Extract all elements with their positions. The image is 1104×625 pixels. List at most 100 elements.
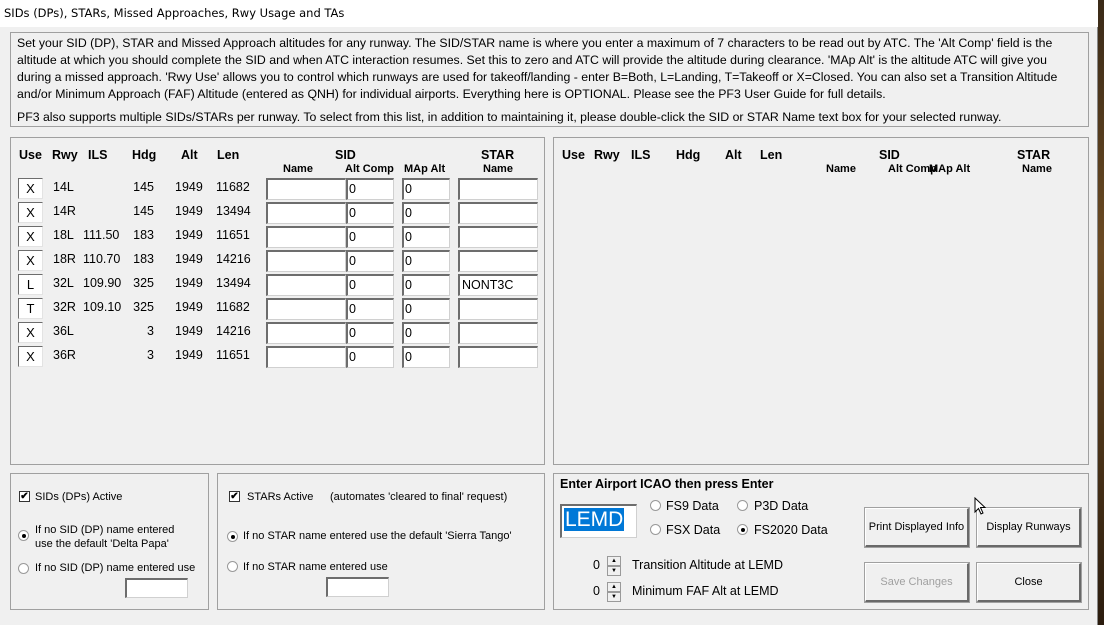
instructions-panel: Set your SID (DP), STAR and Missed Appro…	[10, 32, 1089, 127]
runway-length: 11651	[216, 348, 250, 362]
alt-comp-input[interactable]: 0	[346, 202, 394, 224]
runway-use-input[interactable]: T	[18, 298, 43, 319]
star-name-input[interactable]	[458, 298, 538, 320]
runway-altitude: 1949	[175, 324, 203, 338]
header-use: Use	[19, 148, 42, 162]
runway-use-input[interactable]: X	[18, 178, 43, 199]
sid-name-input[interactable]	[266, 298, 346, 320]
runway-id: 14R	[53, 204, 76, 218]
runway-length: 11682	[216, 180, 250, 194]
star-name-input[interactable]	[458, 346, 538, 368]
spin-up-icon[interactable]: ▲	[607, 556, 621, 566]
icao-value: LEMD	[564, 508, 625, 531]
sid-name-input[interactable]	[266, 178, 346, 200]
star-custom-input[interactable]	[326, 577, 389, 597]
runway-ils: 111.50	[83, 228, 120, 242]
runway-use-input[interactable]: X	[18, 226, 43, 247]
star-name-input[interactable]	[458, 202, 538, 224]
spin-up-icon[interactable]: ▲	[607, 582, 621, 592]
sid-name-input[interactable]	[266, 250, 346, 272]
fs9-data-label: FS9 Data	[666, 499, 719, 513]
runway-use-input[interactable]: X	[18, 202, 43, 223]
alt-comp-input[interactable]: 0	[346, 274, 394, 296]
header-sid-name: Name	[826, 163, 856, 175]
alt-comp-input[interactable]: 0	[346, 298, 394, 320]
icao-input[interactable]: LEMD	[560, 504, 637, 538]
spin-down-icon[interactable]: ▼	[607, 566, 621, 576]
runway-use-input[interactable]: X	[18, 322, 43, 343]
alt-comp-input[interactable]: 0	[346, 226, 394, 248]
runway-altitude: 1949	[175, 276, 203, 290]
spin-down-icon[interactable]: ▼	[607, 592, 621, 602]
runway-altitude: 1949	[175, 348, 203, 362]
instructions-paragraph-2: PF3 also supports multiple SIDs/STARs pe…	[17, 110, 1002, 124]
map-alt-input[interactable]: 0	[402, 322, 450, 344]
header-hdg: Hdg	[676, 148, 701, 162]
alt-comp-input[interactable]: 0	[346, 322, 394, 344]
runway-use-input[interactable]: X	[18, 250, 43, 271]
runway-heading: 3	[147, 348, 154, 362]
sid-name-input[interactable]	[266, 226, 346, 248]
map-alt-input[interactable]: 0	[402, 226, 450, 248]
header-map-alt: MAp Alt	[404, 163, 446, 175]
runway-altitude: 1949	[175, 300, 203, 314]
header-star-name: Name	[1022, 163, 1052, 175]
close-button[interactable]: Close	[976, 562, 1082, 603]
print-displayed-info-button[interactable]: Print Displayed Info	[864, 507, 970, 548]
runway-heading: 183	[133, 252, 154, 266]
star-name-input[interactable]	[458, 178, 538, 200]
runway-length: 13494	[216, 276, 251, 290]
display-runways-button[interactable]: Display Runways	[976, 507, 1082, 548]
sid-default-radio[interactable]	[18, 530, 29, 541]
star-custom-radio[interactable]	[227, 561, 238, 572]
stars-active-checkbox[interactable]: ✔	[229, 491, 240, 502]
runway-id: 18R	[53, 252, 76, 266]
alt-comp-input[interactable]: 0	[346, 178, 394, 200]
runway-table-left: Use Rwy ILS Hdg Alt Len SID STAR Name Al…	[10, 137, 545, 465]
runway-heading: 325	[133, 276, 154, 290]
sid-custom-input[interactable]	[125, 578, 188, 598]
min-faf-spinner[interactable]: ▲ ▼	[607, 582, 621, 602]
title-bar: SIDs (DPs), STARs, Missed Approaches, Rw…	[0, 0, 1098, 27]
alt-comp-input[interactable]: 0	[346, 346, 394, 368]
transition-altitude-spinner[interactable]: ▲ ▼	[607, 556, 621, 576]
star-name-input[interactable]	[458, 250, 538, 272]
map-alt-input[interactable]: 0	[402, 274, 450, 296]
sid-options-panel: ✔ SIDs (DPs) Active If no SID (DP) name …	[10, 473, 209, 610]
runway-heading: 3	[147, 324, 154, 338]
header-sid: SID	[879, 148, 900, 162]
runway-heading: 145	[133, 180, 154, 194]
runway-length: 14216	[216, 324, 251, 338]
stars-active-label: STARs Active	[247, 491, 314, 503]
runway-use-input[interactable]: X	[18, 346, 43, 367]
star-name-input[interactable]: NONT3C	[458, 274, 538, 296]
stars-active-note: (automates 'cleared to final' request)	[330, 491, 508, 503]
star-name-input[interactable]	[458, 226, 538, 248]
map-alt-input[interactable]: 0	[402, 178, 450, 200]
map-alt-input[interactable]: 0	[402, 250, 450, 272]
instructions-paragraph-1: Set your SID (DP), STAR and Missed Appro…	[17, 36, 1058, 101]
sids-active-checkbox[interactable]: ✔	[19, 491, 30, 502]
alt-comp-input[interactable]: 0	[346, 250, 394, 272]
fsx-data-radio[interactable]	[650, 524, 661, 535]
min-faf-value: 0	[593, 584, 600, 598]
sid-name-input[interactable]	[266, 202, 346, 224]
sid-custom-label: If no SID (DP) name entered use	[35, 562, 196, 574]
sid-name-input[interactable]	[266, 274, 346, 296]
map-alt-input[interactable]: 0	[402, 346, 450, 368]
star-default-radio[interactable]	[227, 531, 238, 542]
runway-use-input[interactable]: L	[18, 274, 43, 295]
map-alt-input[interactable]: 0	[402, 202, 450, 224]
save-changes-button[interactable]: Save Changes	[864, 562, 970, 603]
sid-name-input[interactable]	[266, 346, 346, 368]
sids-active-label: SIDs (DPs) Active	[35, 491, 123, 503]
runway-heading: 183	[133, 228, 154, 242]
fs9-data-radio[interactable]	[650, 500, 661, 511]
sid-custom-radio[interactable]	[18, 563, 29, 574]
fs2020-data-radio[interactable]	[737, 524, 748, 535]
star-name-input[interactable]	[458, 322, 538, 344]
runway-length: 13494	[216, 204, 251, 218]
map-alt-input[interactable]: 0	[402, 298, 450, 320]
sid-name-input[interactable]	[266, 322, 346, 344]
p3d-data-radio[interactable]	[737, 500, 748, 511]
